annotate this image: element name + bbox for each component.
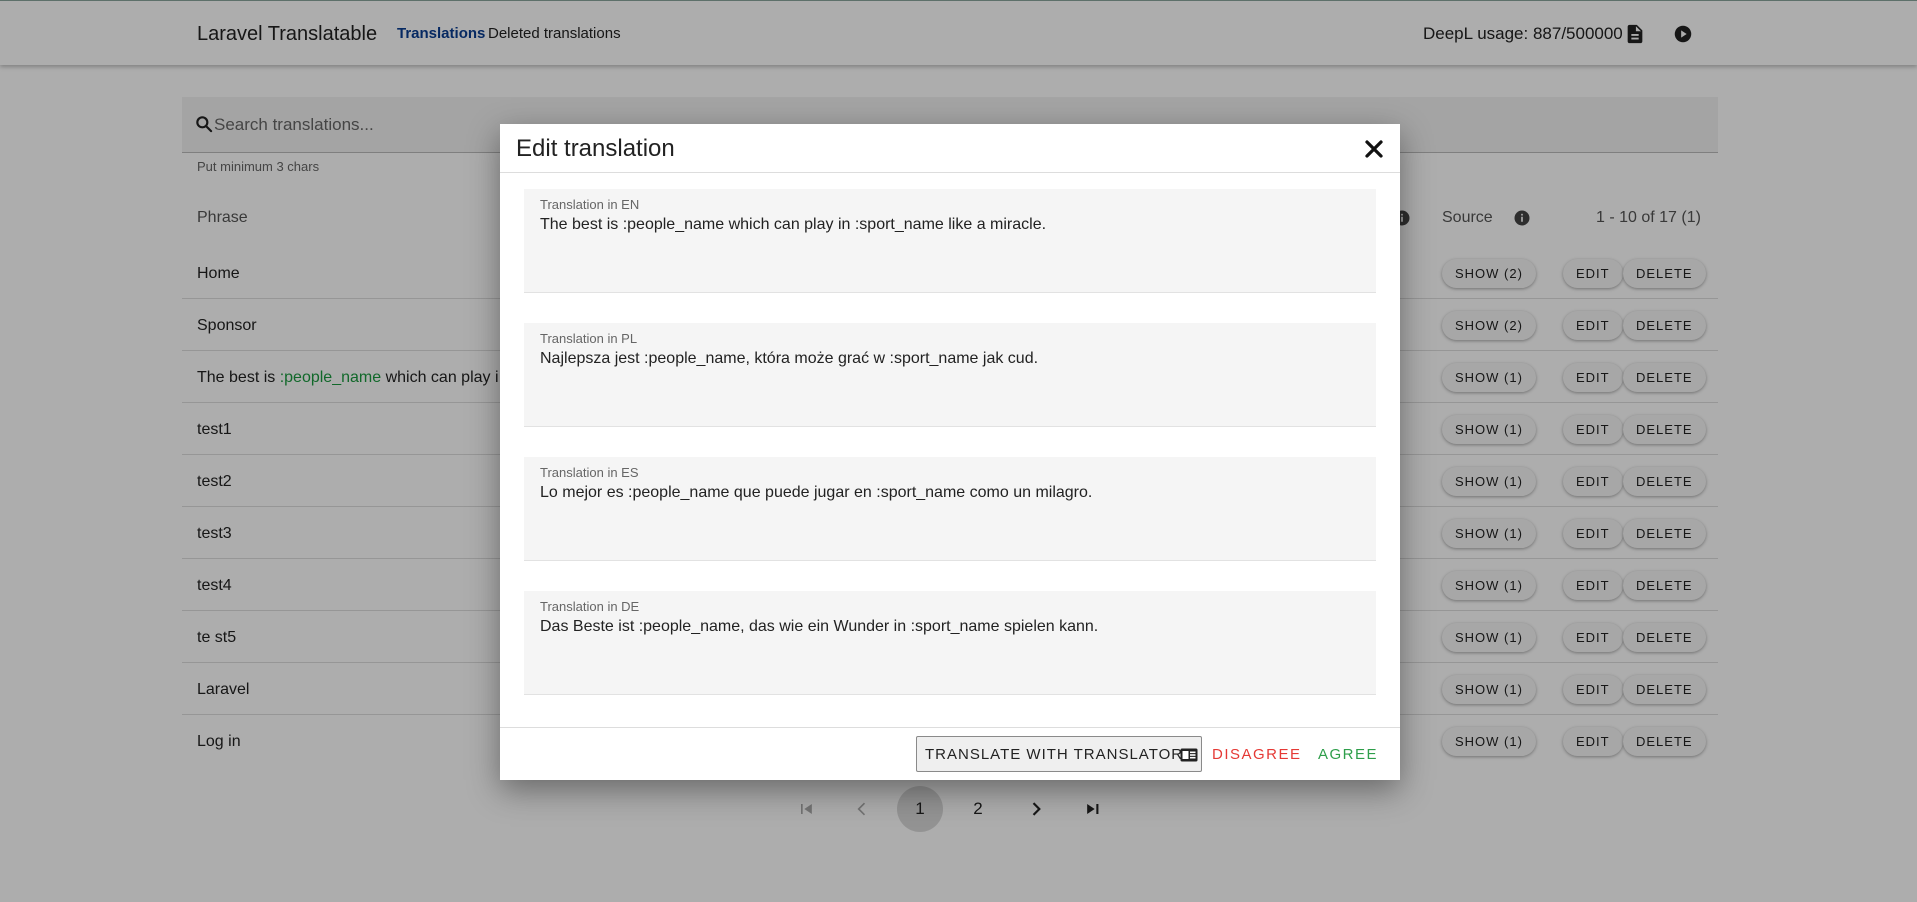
- translation-input-en[interactable]: The best is :people_name which can play …: [540, 215, 1360, 285]
- dialog-footer: TRANSLATE WITH TRANSLATOR DISAGREE AGREE: [500, 727, 1400, 780]
- translation-field-es[interactable]: Translation in ES Lo mejor es :people_na…: [524, 457, 1376, 561]
- disagree-button[interactable]: DISAGREE: [1212, 736, 1302, 772]
- dialog-title: Edit translation: [516, 135, 675, 162]
- translate-with-translator-button[interactable]: TRANSLATE WITH TRANSLATOR: [916, 736, 1202, 772]
- close-button[interactable]: [1360, 135, 1388, 163]
- field-label: Translation in PL: [540, 331, 638, 346]
- translate-card-icon: [1180, 748, 1198, 762]
- translation-input-pl[interactable]: Najlepsza jest :people_name, która może …: [540, 349, 1360, 419]
- translation-input-de[interactable]: Das Beste ist :people_name, das wie ein …: [540, 617, 1360, 687]
- translation-field-pl[interactable]: Translation in PL Najlepsza jest :people…: [524, 323, 1376, 427]
- close-icon: [1365, 140, 1383, 158]
- translation-input-es[interactable]: Lo mejor es :people_name que puede jugar…: [540, 483, 1360, 553]
- edit-translation-dialog: Edit translation Translation in EN The b…: [500, 124, 1400, 780]
- field-label: Translation in DE: [540, 599, 640, 614]
- translation-field-en[interactable]: Translation in EN The best is :people_na…: [524, 189, 1376, 293]
- translation-field-de[interactable]: Translation in DE Das Beste ist :people_…: [524, 591, 1376, 695]
- agree-button[interactable]: AGREE: [1318, 736, 1378, 772]
- field-label: Translation in EN: [540, 197, 640, 212]
- field-label: Translation in ES: [540, 465, 639, 480]
- translate-button-label: TRANSLATE WITH TRANSLATOR: [925, 745, 1184, 763]
- dialog-header: Edit translation: [500, 124, 1400, 173]
